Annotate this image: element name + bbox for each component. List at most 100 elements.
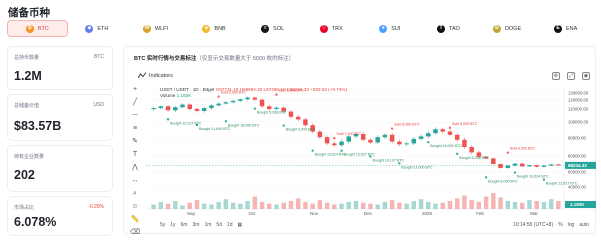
percent-toggle[interactable]: % (558, 222, 562, 228)
x-tick-label: Nov (310, 211, 319, 216)
volume-bar (512, 201, 518, 209)
sell-annotation: Sold 8,000 BTC (394, 123, 420, 127)
tab-label: TAO (449, 25, 460, 32)
volume-bar (187, 202, 192, 209)
log-toggle[interactable]: log (568, 222, 575, 228)
candle-body (173, 107, 178, 111)
candle-body (389, 134, 395, 142)
coin-tabs: ₿ BTC ◆ ETH W WLFI ◈ BNB ≡ SOL ▽ TRX ● SUI T TAO… (7, 20, 595, 37)
candle-body (165, 106, 171, 111)
tab-bnb[interactable]: ◈ BNB (185, 20, 244, 37)
tao-icon: T (437, 24, 445, 33)
volume-bar (223, 199, 229, 209)
tab-wlfi[interactable]: W WLFI (126, 20, 185, 37)
tab-ena[interactable]: E ENA (536, 20, 595, 37)
candle-body (411, 138, 417, 144)
buy-marker (427, 141, 430, 144)
timeframe-6m[interactable]: 6m (181, 222, 188, 228)
timeframe-3m[interactable]: 3m (193, 222, 200, 228)
candle-body (267, 106, 272, 109)
volume-bar (332, 204, 337, 209)
tab-label: SUI (391, 25, 401, 32)
bitcoin-icon: ₿ (25, 24, 34, 33)
candle-body (238, 99, 243, 101)
solana-icon: ≡ (261, 24, 270, 33)
sell-annotation: Sold 5,000 BTC (452, 122, 478, 126)
candle-body (375, 137, 380, 143)
candle-body (288, 111, 294, 117)
tab-trx[interactable]: ▽ TRX (302, 20, 361, 37)
volume-bar (469, 200, 474, 209)
buy-marker (224, 120, 227, 123)
card-label: 持有企业数量 (14, 154, 45, 160)
volume-bar (158, 201, 164, 209)
buy-marker (485, 176, 488, 179)
price-chart[interactable]: 130000.00 120000.00 110000.00 100000.00 9000… (124, 47, 597, 235)
candle-body (339, 141, 344, 146)
volume-bar (303, 201, 308, 209)
buy-annotation: Bought 5,268 BTC (459, 156, 489, 160)
chart-footer-right: 10:14:55 (UTC+8) % log auto (513, 222, 589, 228)
volume-bar (151, 204, 156, 209)
company-count-card: 持有企业数量 202 (7, 145, 113, 192)
buy-annotation: Bought 18,000 BTC (430, 144, 462, 148)
page-title: 储备币种 (8, 7, 50, 19)
tab-label: WLFI (154, 25, 169, 32)
y-tick-label: 60000.00 (568, 170, 587, 175)
tab-sol[interactable]: ≡ SOL (243, 20, 302, 37)
sui-icon: ● (379, 24, 388, 33)
timeframe-1y[interactable]: 1y (170, 222, 175, 228)
tab-doge[interactable]: Ð DOGE (478, 20, 537, 37)
volume-bar (317, 200, 323, 209)
x-tick-label: 2026 (422, 211, 433, 216)
volume-bar (339, 203, 344, 209)
candle-body (447, 131, 453, 135)
sell-marker (506, 151, 509, 154)
buy-annotation: Bought 10,624 BTC (315, 153, 347, 157)
volume-bar (353, 201, 359, 209)
timeframe-1d[interactable]: 1d (227, 222, 233, 228)
candle-body (252, 97, 258, 100)
timeframe-5y[interactable]: 5y (160, 222, 165, 228)
auto-toggle[interactable]: auto (579, 222, 589, 228)
volume-bar (389, 200, 395, 209)
total-holdings-card: 总持币数量 BTC 1.2M (7, 46, 113, 90)
calendar-icon[interactable]: ▦ (238, 222, 243, 228)
timeframe-5d[interactable]: 5d (216, 222, 222, 228)
card-value: 6.078% (14, 215, 57, 229)
x-tick-label: Feb (476, 211, 484, 216)
tab-label: DOGE (504, 25, 522, 32)
volume-bar (462, 195, 467, 209)
x-tick-label: Sep (187, 211, 196, 216)
candle-body (404, 143, 409, 145)
candle-body (317, 131, 323, 138)
tab-sui[interactable]: ● SUI (361, 20, 420, 37)
volume-bar (310, 203, 315, 209)
candle-body (332, 143, 337, 146)
candle-body (440, 129, 445, 132)
volume-bar (346, 201, 352, 209)
tab-tao[interactable]: T TAO (419, 20, 478, 37)
volume-bar (230, 202, 236, 209)
volume-bar (201, 203, 207, 209)
candle-body (462, 139, 467, 147)
total-reserve-value-card: 总储备价值 USD $83.57B (7, 94, 113, 141)
legend-symbol: USDT / USDT · 1D · Bitget (160, 87, 215, 92)
volume-bar (541, 201, 547, 209)
buy-marker (311, 149, 314, 152)
sell-marker (275, 93, 278, 96)
chart-legend-volume: Volume 1.193K (160, 93, 191, 98)
candle-body (382, 134, 388, 138)
candle-body (397, 141, 402, 145)
candle-body (180, 104, 185, 108)
candle-body (498, 164, 503, 168)
tab-eth[interactable]: ◆ ETH (68, 20, 127, 37)
y-tick-label: 100000.00 (568, 120, 589, 125)
card-value: 202 (14, 168, 35, 182)
buy-annotation: Bought 10,624 BTC (517, 175, 549, 179)
volume-bar (491, 193, 496, 209)
volume-bar (534, 201, 539, 209)
timeframe-1m[interactable]: 1m (204, 222, 211, 228)
tab-btc[interactable]: ₿ BTC (7, 20, 68, 37)
volume-bar (259, 201, 265, 209)
